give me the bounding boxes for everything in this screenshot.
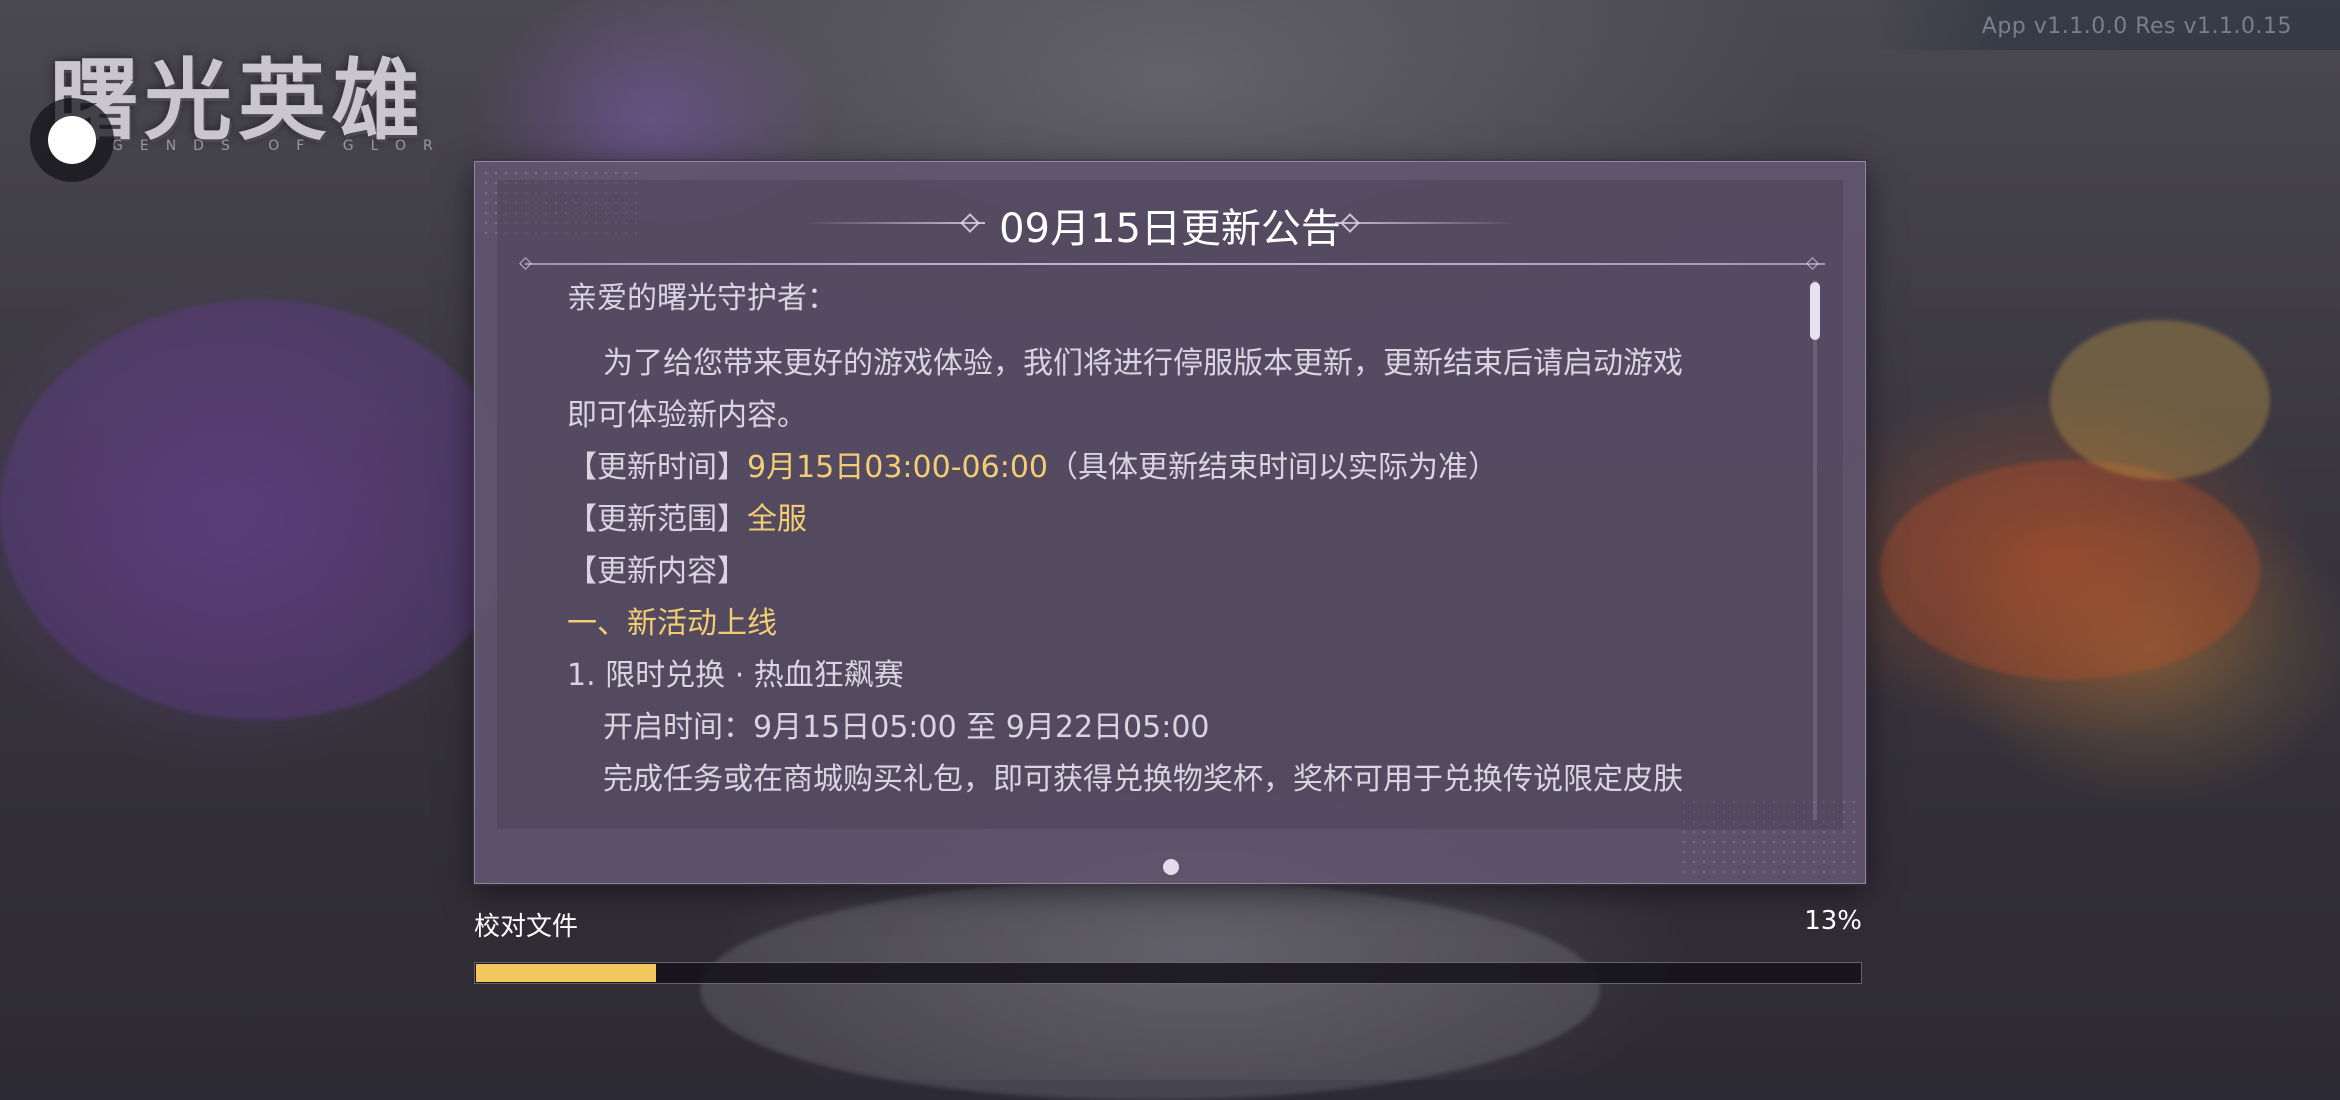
logo-subtitle: GENDS OF GLOR (112, 138, 450, 154)
progress-bar (474, 962, 1862, 984)
announcement-title: 09月15日更新公告 (999, 206, 1341, 252)
progress-percent: 13% (1804, 906, 1862, 936)
list-item-title: 1. 限时兑换 · 热血狂飙赛 (567, 658, 904, 693)
title-ornament-right (1335, 222, 1515, 224)
update-time-value: 9月15日03:00-06:00 (747, 450, 1048, 485)
game-logo: 曙光英雄 GENDS OF GLOR (50, 30, 530, 160)
intro-line: 为了给您带来更好的游戏体验，我们将进行停服版本更新，更新结束后请启动游戏 (603, 346, 1683, 381)
greeting: 亲爱的曙光守护者： (567, 281, 837, 316)
page-indicator-dot[interactable] (1163, 859, 1179, 875)
title-divider (525, 263, 1825, 265)
bg-purple-cloth (0, 300, 520, 720)
update-time-label: 【更新时间】 (567, 450, 747, 485)
update-scope-label: 【更新范围】 (567, 502, 747, 537)
bg-gold-tassel (2050, 320, 2270, 480)
floating-assistant-button[interactable] (30, 98, 114, 182)
update-scope-row: 【更新范围】全服 (567, 494, 1757, 546)
list-item-description: 完成任务或在商城购买礼包，即可获得兑换物奖杯，奖杯可用于兑换传说限定皮肤 (603, 762, 1683, 797)
assistive-dot-icon (48, 116, 96, 164)
update-content-label: 【更新内容】 (567, 554, 747, 589)
progress-bar-fill (476, 964, 656, 982)
bg-orange-sash (1880, 460, 2260, 680)
intro-line: 即可体验新内容。 (567, 398, 807, 433)
progress-status-label: 校对文件 (474, 912, 579, 942)
update-scope-value: 全服 (747, 502, 807, 537)
scrollbar-thumb[interactable] (1810, 282, 1820, 340)
update-time-note: （具体更新结束时间以实际为准） (1048, 450, 1498, 485)
update-time-row: 【更新时间】9月15日03:00-06:00（具体更新结束时间以实际为准） (567, 442, 1757, 494)
scrollbar-track[interactable] (1813, 280, 1817, 820)
list-item-time: 开启时间：9月15日05:00 至 9月22日05:00 (603, 710, 1210, 745)
section-title: 一、新活动上线 (567, 606, 777, 641)
announcement-panel: 09月15日更新公告 亲爱的曙光守护者： 为了给您带来更好的游戏体验，我们将进行… (474, 161, 1866, 884)
version-label: App v1.1.0.0 Res v1.1.0.15 (1981, 14, 2292, 39)
announcement-body[interactable]: 亲爱的曙光守护者： 为了给您带来更好的游戏体验，我们将进行停服版本更新，更新结束… (567, 270, 1757, 985)
